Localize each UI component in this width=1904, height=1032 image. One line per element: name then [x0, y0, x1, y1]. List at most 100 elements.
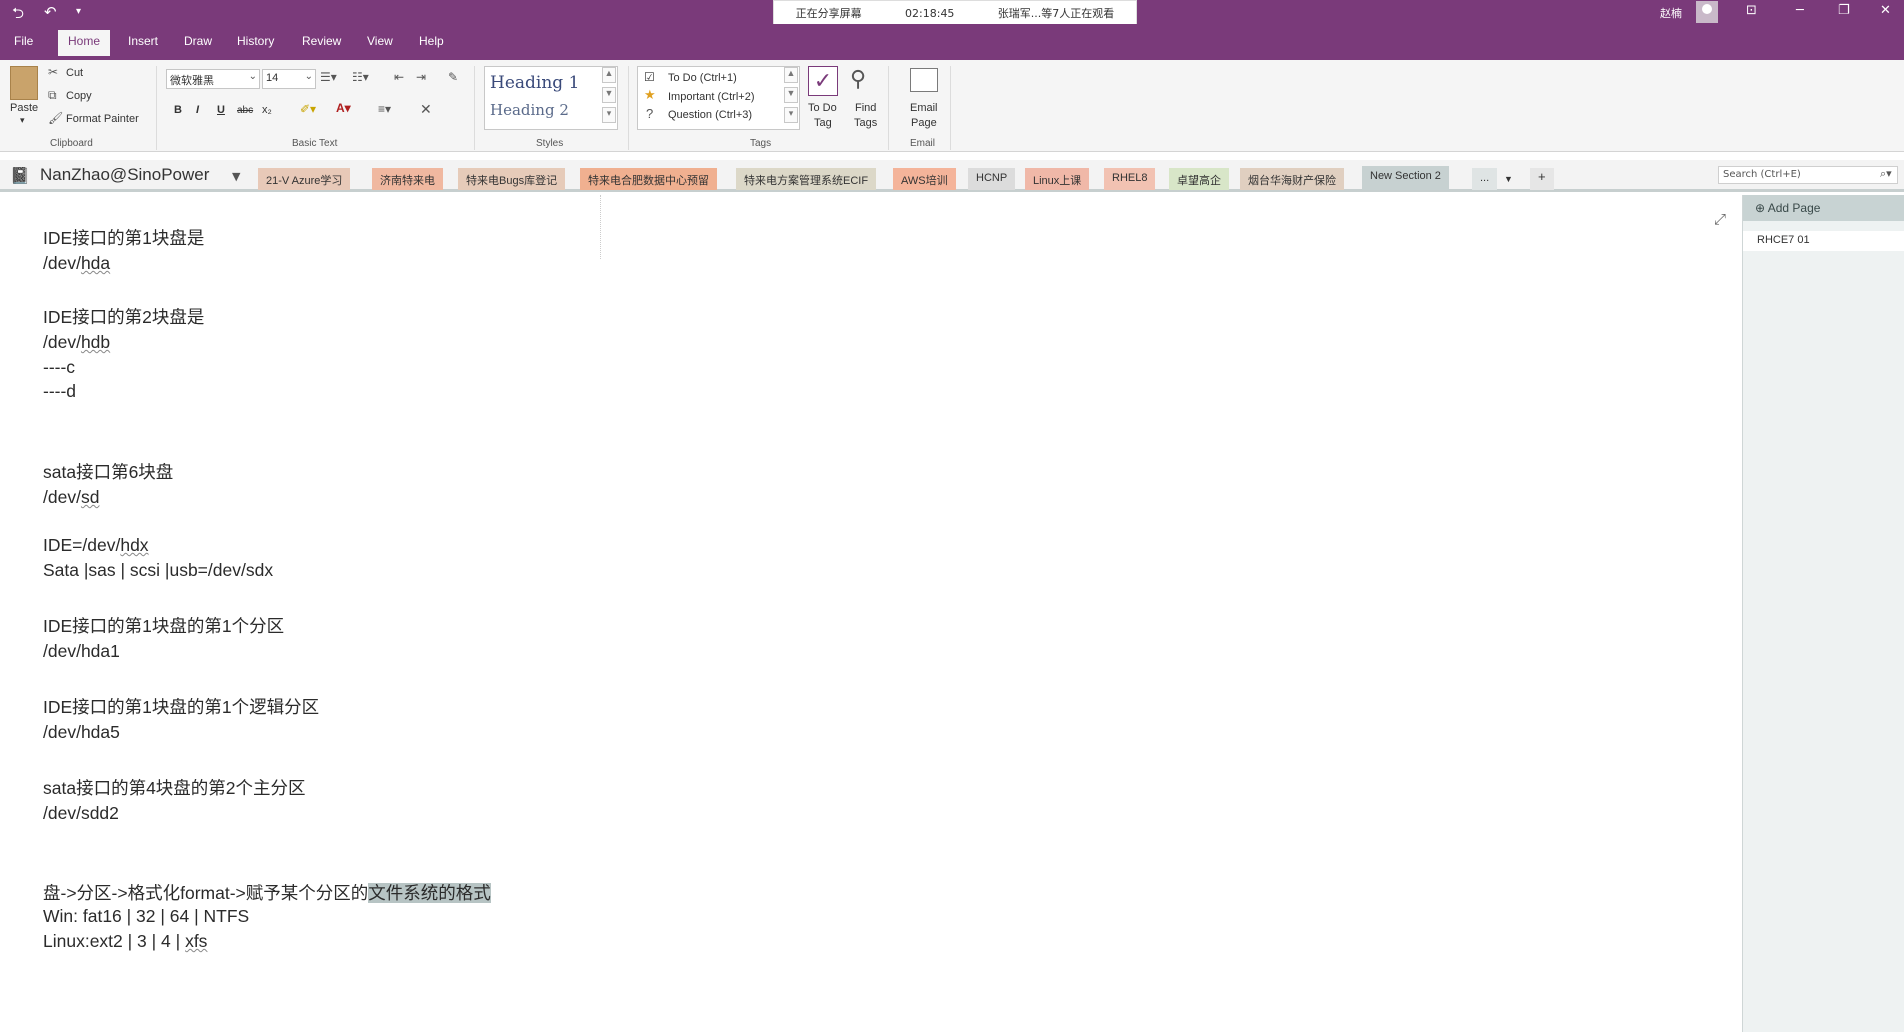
section-tab[interactable]: 烟台华海财产保险	[1240, 168, 1344, 190]
tag-question[interactable]: Question (Ctrl+3)	[668, 109, 752, 121]
tab-view[interactable]: View	[367, 34, 393, 48]
page-list-item[interactable]: RHCE7 01	[1743, 231, 1904, 251]
italic-button[interactable]: I	[196, 104, 199, 116]
find-tags-label-2[interactable]: Tags	[854, 117, 877, 129]
more-sections-button[interactable]: ...	[1472, 168, 1498, 190]
section-tab[interactable]: New Section 2	[1362, 166, 1449, 190]
indent-icon[interactable]: ⇥	[416, 70, 426, 84]
clear-formatting-icon[interactable]: ✎	[448, 70, 458, 84]
tags-scroll-down-icon[interactable]: ▼	[784, 87, 798, 103]
email-page-label-2[interactable]: Page	[911, 117, 937, 129]
styles-scroll-down-icon[interactable]: ▼	[602, 87, 616, 103]
email-page-icon[interactable]	[910, 68, 938, 92]
section-tab[interactable]: 特来电Bugs库登记	[458, 168, 566, 190]
note-line[interactable]: IDE接口的第1块盘的第1个逻辑分区	[43, 694, 319, 719]
note-line[interactable]: ----c	[43, 357, 75, 378]
add-section-button[interactable]: +	[1530, 168, 1554, 190]
section-tab[interactable]: 济南特来电	[372, 168, 443, 190]
expand-icon[interactable]: ⤢	[1714, 210, 1726, 228]
notebook-name[interactable]: NanZhao@SinoPower	[40, 165, 209, 185]
font-name-select[interactable]: 微软雅黑 ⌄	[166, 69, 260, 89]
todo-tag-label-2[interactable]: Tag	[814, 117, 832, 129]
section-tab[interactable]: RHEL8	[1104, 168, 1156, 190]
note-line[interactable]: Linux:ext2 | 3 | 4 | xfs	[43, 931, 207, 952]
tab-help[interactable]: Help	[419, 34, 444, 48]
tag-todo[interactable]: To Do (Ctrl+1)	[668, 72, 737, 84]
chevron-down-icon[interactable]: ▾	[76, 6, 81, 17]
note-line[interactable]: Win: fat16 | 32 | 64 | NTFS	[43, 906, 249, 927]
paste-button[interactable]: Paste	[10, 102, 38, 114]
todo-tag-icon[interactable]: ✓	[808, 66, 838, 96]
section-tab[interactable]: HCNP	[968, 168, 1016, 190]
highlight-color-icon[interactable]: ✐▾	[300, 102, 316, 116]
section-tab[interactable]: 特来电方案管理系统ECIF	[736, 168, 877, 190]
find-tags-icon[interactable]: ⚲	[850, 66, 866, 92]
font-size-select[interactable]: 14 ⌄	[262, 69, 316, 89]
section-tab[interactable]: 卓望高企	[1169, 168, 1229, 190]
paste-dropdown-icon[interactable]: ▾	[20, 115, 25, 126]
tab-file[interactable]: File	[14, 34, 33, 48]
underline-button[interactable]: U	[217, 104, 225, 116]
user-name[interactable]: 赵楠	[1660, 5, 1682, 21]
style-heading-1[interactable]: Heading 1	[490, 73, 579, 93]
format-painter-button[interactable]: Format Painter	[66, 113, 139, 125]
note-line[interactable]: /dev/hda	[43, 253, 110, 274]
bold-button[interactable]: B	[174, 104, 182, 116]
outdent-icon[interactable]: ⇤	[394, 70, 404, 84]
note-line[interactable]: /dev/hda5	[43, 722, 120, 743]
paste-icon[interactable]	[10, 66, 38, 100]
style-heading-2[interactable]: Heading 2	[490, 101, 569, 119]
section-tab[interactable]: AWS培训	[893, 168, 956, 190]
chevron-down-icon[interactable]: ▼	[232, 170, 240, 183]
tab-review[interactable]: Review	[302, 34, 341, 48]
find-tags-label-1[interactable]: Find	[855, 102, 876, 114]
note-line[interactable]: /dev/hda1	[43, 641, 120, 662]
ribbon-display-icon[interactable]: ⊡	[1746, 3, 1757, 18]
copy-button[interactable]: Copy	[66, 90, 92, 102]
tags-scroll-up-icon[interactable]: ▲	[784, 67, 798, 83]
page-canvas[interactable]: ⤢ IDE接口的第1块盘是 /dev/hda IDE接口的第2块盘是 /dev/…	[0, 195, 1742, 1032]
cut-button[interactable]: Cut	[66, 67, 83, 79]
note-line[interactable]: IDE接口的第2块盘是	[43, 304, 204, 329]
close-icon[interactable]: ✕	[1880, 3, 1891, 18]
tag-important[interactable]: Important (Ctrl+2)	[668, 91, 755, 103]
search-input[interactable]: Search (Ctrl+E)	[1718, 166, 1898, 184]
note-line[interactable]: sata接口第6块盘	[43, 459, 173, 484]
strikethrough-button[interactable]: abc	[237, 105, 253, 116]
avatar[interactable]	[1696, 1, 1718, 23]
tags-more-icon[interactable]: ▾	[784, 107, 798, 123]
undo-icon[interactable]: ↶	[44, 3, 57, 21]
note-line[interactable]: ----d	[43, 381, 76, 402]
delete-icon[interactable]: ✕	[420, 101, 432, 118]
note-line[interactable]: /dev/sdd2	[43, 803, 119, 824]
section-tab[interactable]: 21-V Azure学习	[258, 168, 351, 190]
section-tab[interactable]: Linux上课	[1025, 168, 1090, 190]
styles-scroll-up-icon[interactable]: ▲	[602, 67, 616, 83]
minimize-icon[interactable]: ─	[1796, 3, 1804, 18]
bullets-icon[interactable]: ☰▾	[320, 70, 337, 84]
note-line[interactable]: /dev/sd	[43, 487, 99, 508]
chevron-down-icon[interactable]: ▼	[1496, 168, 1521, 190]
align-icon[interactable]: ≡▾	[378, 102, 391, 116]
note-line[interactable]: IDE接口的第1块盘是	[43, 225, 204, 250]
note-line[interactable]: 盘->分区->格式化format->赋予某个分区的文件系统的格式	[43, 880, 491, 905]
search-icon[interactable]: ⌕▾	[1880, 167, 1892, 181]
section-tab[interactable]: 特来电合肥数据中心预留	[580, 168, 717, 190]
note-line[interactable]: /dev/hdb	[43, 332, 110, 353]
todo-tag-label-1[interactable]: To Do	[808, 102, 837, 114]
note-line[interactable]: IDE接口的第1块盘的第1个分区	[43, 613, 284, 638]
numbering-icon[interactable]: ☷▾	[352, 70, 369, 84]
tab-draw[interactable]: Draw	[184, 34, 212, 48]
subscript-button[interactable]: x₂	[262, 104, 272, 116]
note-line[interactable]: Sata |sas | scsi |usb=/dev/sdx	[43, 560, 273, 581]
add-page-button[interactable]: ⊕ Add Page	[1743, 195, 1904, 221]
note-line[interactable]: sata接口的第4块盘的第2个主分区	[43, 775, 306, 800]
styles-more-icon[interactable]: ▾	[602, 107, 616, 123]
note-line[interactable]: IDE=/dev/hdx	[43, 535, 149, 556]
tab-insert[interactable]: Insert	[128, 34, 158, 48]
tab-home[interactable]: Home	[58, 30, 111, 56]
tab-history[interactable]: History	[237, 34, 274, 48]
restore-icon[interactable]: ❐	[1838, 3, 1850, 18]
email-page-label-1[interactable]: Email	[910, 102, 938, 114]
font-color-icon[interactable]: A▾	[336, 101, 351, 115]
